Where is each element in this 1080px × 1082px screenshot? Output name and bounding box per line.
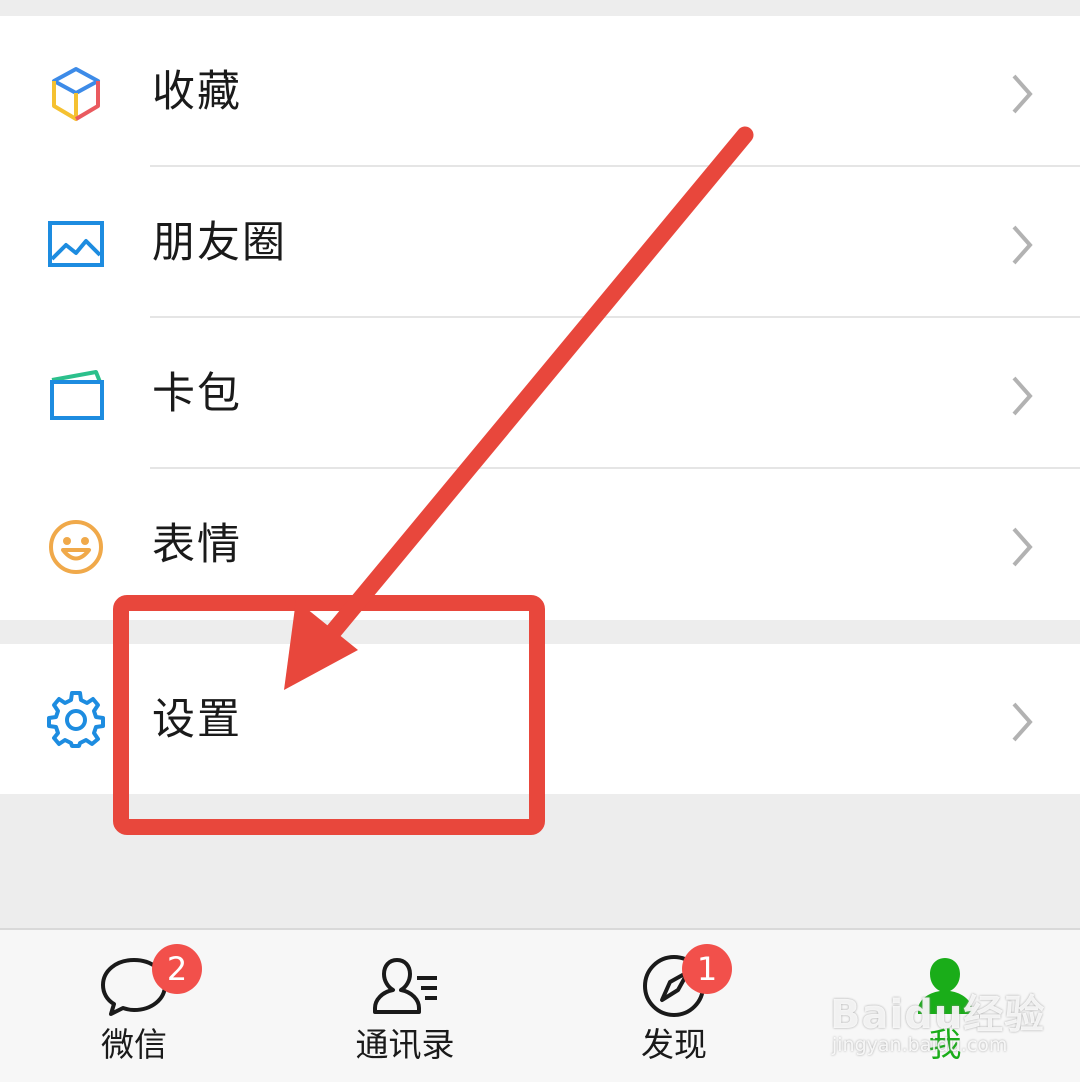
- tab-chats[interactable]: 2 微信: [34, 930, 234, 1082]
- menu-group: 收藏 朋友圈 卡包 表情: [0, 16, 1080, 620]
- contacts-icon: [369, 950, 441, 1022]
- chevron-right-icon: [1008, 223, 1036, 267]
- menu-item-card-wallet[interactable]: 卡包: [0, 318, 1080, 469]
- watermark-text: Baidu经验: [830, 992, 1046, 1038]
- menu-item-label: 朋友圈: [152, 218, 287, 268]
- menu-item-moments[interactable]: 朋友圈: [0, 167, 1080, 318]
- menu-item-label: 表情: [152, 520, 242, 570]
- favorites-cube-icon: [46, 64, 106, 124]
- unread-badge: 1: [682, 944, 732, 994]
- moments-picture-icon: [46, 215, 106, 275]
- chevron-right-icon: [1008, 700, 1036, 744]
- card-wallet-icon: [46, 366, 106, 426]
- tab-contacts[interactable]: 通讯录: [305, 930, 505, 1082]
- tab-discover[interactable]: 1 发现: [574, 930, 774, 1082]
- menu-item-stickers[interactable]: 表情: [0, 469, 1080, 620]
- menu-item-label: 收藏: [152, 67, 242, 117]
- menu-item-label: 设置: [152, 695, 242, 745]
- gear-icon: [46, 690, 106, 750]
- menu-item-label: 卡包: [152, 369, 242, 419]
- chevron-right-icon: [1008, 374, 1036, 418]
- menu-item-settings[interactable]: 设置: [0, 644, 1080, 795]
- top-spacer: [0, 0, 1080, 16]
- chevron-right-icon: [1008, 72, 1036, 116]
- settings-group: 设置: [0, 644, 1080, 794]
- menu-item-favorites[interactable]: 收藏: [0, 16, 1080, 167]
- tab-label: 微信: [101, 1025, 167, 1064]
- tab-label: 发现: [641, 1025, 707, 1064]
- watermark-url: jingyan.baidu.com: [832, 1034, 1008, 1056]
- chevron-right-icon: [1008, 525, 1036, 569]
- unread-badge: 2: [152, 944, 202, 994]
- smiley-sticker-icon: [46, 517, 106, 577]
- baidu-watermark: Baidu经验 jingyan.baidu.com: [830, 960, 1070, 1070]
- tab-label: 通讯录: [355, 1025, 455, 1064]
